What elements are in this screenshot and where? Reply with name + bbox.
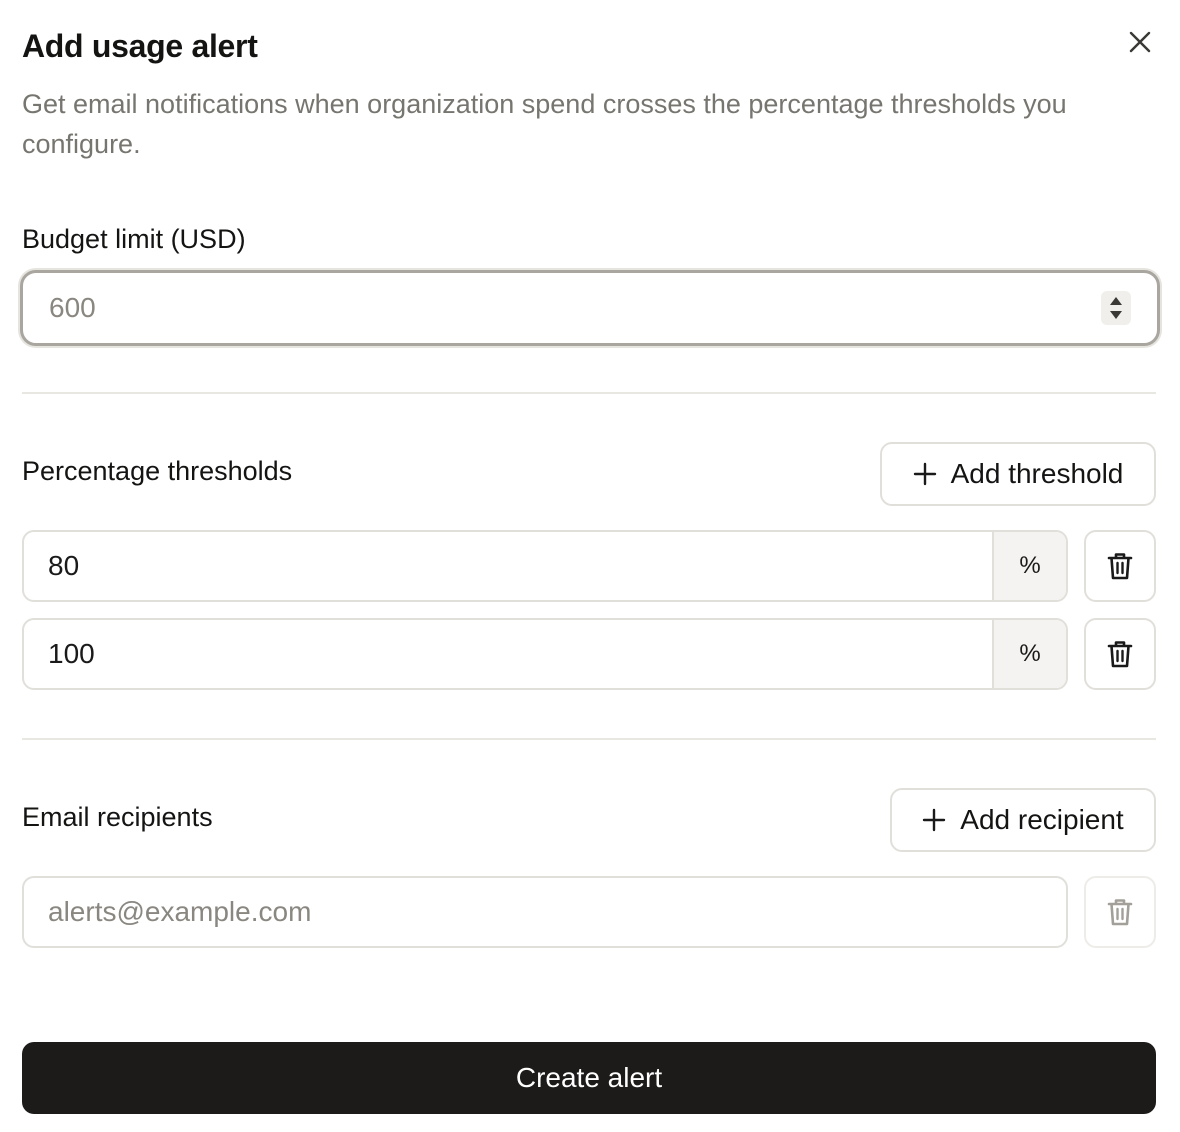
threshold-input[interactable] bbox=[24, 620, 992, 688]
email-recipient-input[interactable] bbox=[22, 876, 1068, 948]
percent-suffix: % bbox=[992, 620, 1066, 688]
number-stepper[interactable] bbox=[1101, 291, 1131, 325]
budget-limit-field bbox=[20, 270, 1160, 346]
email-recipients-label: Email recipients bbox=[22, 802, 213, 832]
dialog-title: Add usage alert bbox=[22, 28, 258, 64]
delete-recipient-button[interactable] bbox=[1084, 876, 1156, 948]
trash-icon bbox=[1107, 641, 1133, 668]
section-divider bbox=[22, 738, 1156, 740]
budget-limit-input[interactable] bbox=[23, 273, 1101, 343]
add-usage-alert-dialog: Add usage alert Get email notifications … bbox=[0, 0, 1180, 1132]
close-icon bbox=[1129, 31, 1151, 53]
plus-icon bbox=[913, 462, 936, 486]
add-threshold-button[interactable]: Add threshold bbox=[880, 442, 1156, 506]
add-recipient-label: Add recipient bbox=[960, 804, 1124, 835]
threshold-row: % bbox=[22, 530, 1068, 602]
percent-suffix: % bbox=[992, 532, 1066, 600]
delete-threshold-button[interactable] bbox=[1084, 618, 1156, 690]
percentage-thresholds-label: Percentage thresholds bbox=[22, 456, 293, 486]
stepper-arrows-icon bbox=[1110, 297, 1122, 319]
close-button[interactable] bbox=[1122, 24, 1158, 60]
section-divider bbox=[22, 392, 1156, 394]
threshold-row: % bbox=[22, 618, 1068, 690]
trash-icon bbox=[1107, 899, 1133, 926]
budget-limit-label: Budget limit (USD) bbox=[22, 224, 246, 254]
delete-threshold-button[interactable] bbox=[1084, 530, 1156, 602]
dialog-description: Get email notifications when organizatio… bbox=[22, 89, 1067, 159]
threshold-input[interactable] bbox=[24, 532, 992, 600]
add-threshold-label: Add threshold bbox=[950, 458, 1124, 489]
add-recipient-button[interactable]: Add recipient bbox=[890, 788, 1156, 852]
create-alert-button[interactable]: Create alert bbox=[22, 1042, 1156, 1114]
trash-icon bbox=[1107, 553, 1133, 580]
plus-icon bbox=[923, 808, 946, 832]
